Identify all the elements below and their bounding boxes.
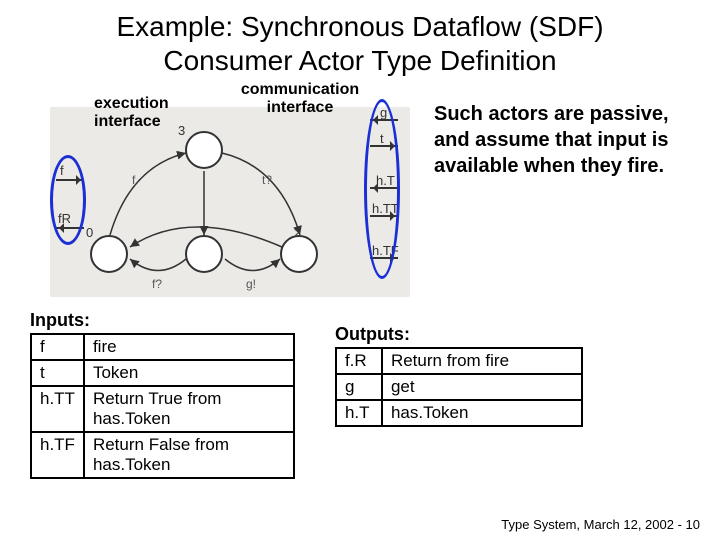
table-row: f.RReturn from fire bbox=[336, 348, 582, 374]
edge-label-gex: g! bbox=[246, 277, 256, 291]
outputs-table: f.RReturn from fire gget h.Thas.Token bbox=[335, 347, 583, 427]
lower-row: Inputs: ffire tToken h.TTReturn True fro… bbox=[0, 302, 720, 479]
title-line2: Consumer Actor Type Definition bbox=[163, 45, 556, 76]
outputs-k0: f.R bbox=[336, 348, 382, 374]
inputs-v3: Return False from has.Token bbox=[84, 432, 294, 478]
edge-label-tq: t? bbox=[262, 173, 272, 187]
inputs-k0: f bbox=[31, 334, 84, 360]
page-title: Example: Synchronous Dataflow (SDF) Cons… bbox=[0, 0, 720, 83]
node-label-2: 2 bbox=[294, 225, 301, 240]
label-execution-text: execution interface bbox=[94, 95, 169, 130]
state-node-3 bbox=[185, 131, 223, 169]
outputs-block: Outputs: f.RReturn from fire gget h.Thas… bbox=[335, 310, 583, 427]
node-label-1: 1 bbox=[200, 225, 207, 240]
table-row: tToken bbox=[31, 360, 294, 386]
table-row: h.Thas.Token bbox=[336, 400, 582, 426]
inputs-v2: Return True from has.Token bbox=[84, 386, 294, 432]
edge-label-f: f bbox=[132, 173, 135, 187]
footer-text: Type System, March 12, 2002 - 10 bbox=[501, 517, 700, 532]
outputs-v0: Return from fire bbox=[382, 348, 582, 374]
inputs-title: Inputs: bbox=[30, 310, 295, 331]
inputs-table: ffire tToken h.TTReturn True from has.To… bbox=[30, 333, 295, 479]
table-row: h.TFReturn False from has.Token bbox=[31, 432, 294, 478]
table-row: h.TTReturn True from has.Token bbox=[31, 386, 294, 432]
upper-row: 0 1 2 3 f t? f? g! f fR g bbox=[0, 83, 720, 302]
label-communication-text: communication interface bbox=[241, 81, 359, 116]
inputs-v1: Token bbox=[84, 360, 294, 386]
table-row: gget bbox=[336, 374, 582, 400]
inputs-k2: h.TT bbox=[31, 386, 84, 432]
communication-interface-ellipse bbox=[364, 99, 400, 279]
inputs-v0: fire bbox=[84, 334, 294, 360]
label-communication-interface: communication interface bbox=[230, 81, 370, 116]
diagram: 0 1 2 3 f t? f? g! f fR g bbox=[40, 87, 420, 302]
node-label-0: 0 bbox=[86, 225, 93, 240]
outputs-v2: has.Token bbox=[382, 400, 582, 426]
state-node-2 bbox=[280, 235, 318, 273]
inputs-k3: h.TF bbox=[31, 432, 84, 478]
inputs-k1: t bbox=[31, 360, 84, 386]
state-node-0 bbox=[90, 235, 128, 273]
title-line1: Example: Synchronous Dataflow (SDF) bbox=[116, 11, 603, 42]
edge-label-fq: f? bbox=[152, 277, 162, 291]
outputs-v1: get bbox=[382, 374, 582, 400]
label-execution-interface: execution interface bbox=[94, 95, 194, 130]
execution-interface-ellipse bbox=[50, 155, 86, 245]
outputs-k1: g bbox=[336, 374, 382, 400]
inputs-block: Inputs: ffire tToken h.TTReturn True fro… bbox=[30, 310, 295, 479]
table-row: ffire bbox=[31, 334, 294, 360]
state-node-1 bbox=[185, 235, 223, 273]
outputs-k2: h.T bbox=[336, 400, 382, 426]
explain-text: Such actors are passive, and assume that… bbox=[434, 87, 684, 302]
outputs-title: Outputs: bbox=[335, 324, 583, 345]
